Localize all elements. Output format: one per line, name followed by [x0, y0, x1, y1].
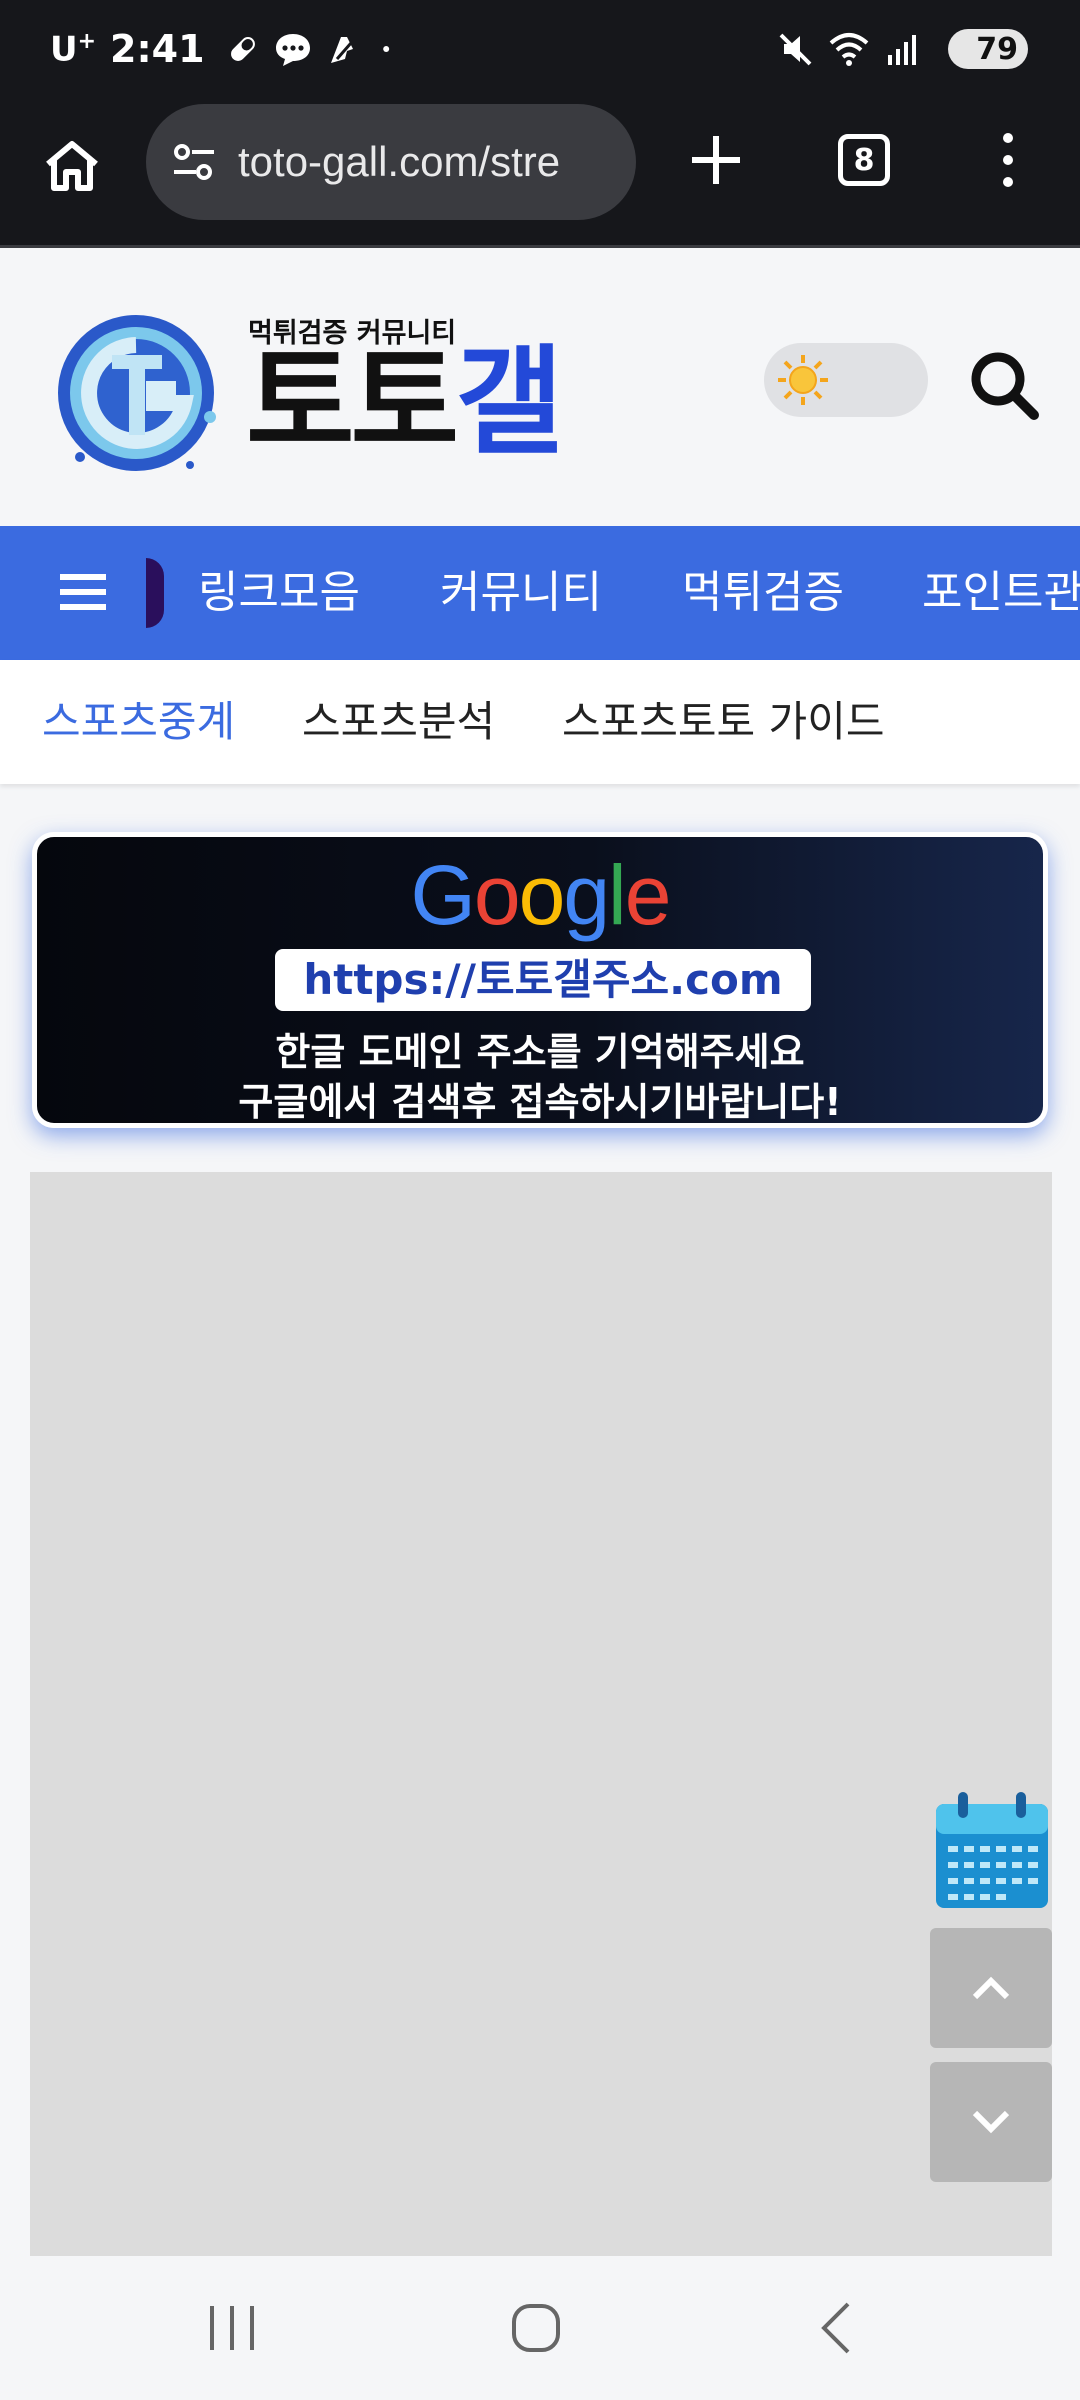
nav-item-scam-verify[interactable]: 먹튀검증: [682, 564, 844, 622]
theme-toggle[interactable]: [764, 343, 928, 417]
status-left: U+ 2:41: [50, 24, 413, 74]
site-logo[interactable]: 먹튀검증 커뮤니티 토토갤: [50, 297, 570, 487]
google-letter: l: [608, 848, 627, 942]
app-notification-icon: [330, 37, 353, 63]
tab-count: 8: [853, 142, 875, 178]
main-nav: 링크모음 커뮤니티 먹튀검증 포인트관: [0, 526, 1080, 660]
logo-name-blue: 갤: [455, 333, 564, 471]
hamburger-icon[interactable]: [60, 572, 106, 612]
logo-emblem-icon: [58, 315, 216, 471]
scroll-down-button[interactable]: [930, 2062, 1052, 2182]
browser-toolbar: toto-gall.com/stre 8: [0, 96, 1080, 248]
google-letter: G: [410, 848, 476, 942]
status-bar: U+ 2:41 79: [0, 0, 1080, 96]
google-letter: o: [473, 848, 521, 942]
sub-nav-sports-analysis[interactable]: 스포츠분석: [302, 694, 495, 750]
google-letter: o: [518, 848, 566, 942]
tab-switcher-button[interactable]: 8: [838, 134, 890, 186]
home-circle-icon[interactable]: [506, 2298, 566, 2358]
logo-name-black: 토토: [246, 333, 459, 471]
nav-item-community[interactable]: 커뮤니티: [440, 564, 602, 622]
google-wordmark: Google: [37, 847, 1043, 944]
pill-icon: [230, 37, 255, 61]
nav-divider: [146, 558, 164, 628]
battery-level: 79: [976, 31, 1018, 67]
carrier-plus: +: [77, 28, 97, 54]
banner-line-2: 구글에서 검색후 접속하시기바랍니다!: [238, 1080, 842, 1124]
sun-icon: [778, 355, 828, 405]
mute-icon: [779, 33, 812, 66]
url-text: toto-gall.com/stre: [238, 138, 561, 185]
plus-icon[interactable]: [688, 132, 744, 188]
system-nav-bar: [0, 2256, 1080, 2400]
nav-item-links[interactable]: 링크모음: [198, 564, 360, 622]
home-icon[interactable]: [40, 134, 104, 198]
more-vert-icon[interactable]: [990, 128, 1026, 192]
scroll-up-button[interactable]: [930, 1928, 1052, 2048]
more-notifications-dot-icon: [382, 46, 389, 52]
address-bar[interactable]: toto-gall.com/stre: [146, 104, 636, 220]
signal-icon: [888, 35, 916, 65]
chevron-up-icon: [972, 1976, 1010, 2000]
carrier-label: U+: [50, 29, 96, 69]
google-letter: e: [624, 848, 672, 942]
tune-icon[interactable]: [168, 136, 220, 188]
banner-url: https://토토갤주소.com: [275, 949, 811, 1011]
recent-apps-icon[interactable]: [202, 2298, 262, 2358]
status-right: 79: [776, 26, 1028, 72]
phone-screen: U+ 2:41 79 toto-gall.com/stre 8 먹튀검증 커뮤니…: [0, 0, 1080, 2400]
google-letter: g: [563, 848, 610, 942]
chevron-down-icon: [972, 2110, 1010, 2134]
sub-nav: 스포츠중계 스포츠분석 스포츠토토 가이드: [0, 660, 1080, 784]
clock: 2:41: [110, 27, 205, 71]
site-header: 먹튀검증 커뮤니티 토토갤: [0, 251, 1080, 526]
logo-wordmark: 토토갤: [246, 343, 564, 461]
ad-placeholder: [30, 1172, 1052, 2256]
sub-nav-toto-guide[interactable]: 스포츠토토 가이드: [562, 694, 884, 750]
domain-banner[interactable]: Google https://토토갤주소.com 한글 도메인 주소를 기억해주…: [32, 832, 1048, 1128]
wifi-icon: [829, 33, 869, 66]
carrier-name: U: [50, 29, 78, 70]
banner-line-1: 한글 도메인 주소를 기억해주세요: [275, 1030, 805, 1074]
nav-item-points[interactable]: 포인트관: [922, 564, 1080, 622]
chat-icon: [275, 34, 310, 66]
calendar-icon[interactable]: [932, 1790, 1052, 1912]
search-icon[interactable]: [966, 347, 1042, 423]
sub-nav-sports-broadcast[interactable]: 스포츠중계: [42, 694, 235, 750]
battery-indicator: 79: [948, 29, 1028, 69]
back-icon[interactable]: [808, 2298, 868, 2358]
